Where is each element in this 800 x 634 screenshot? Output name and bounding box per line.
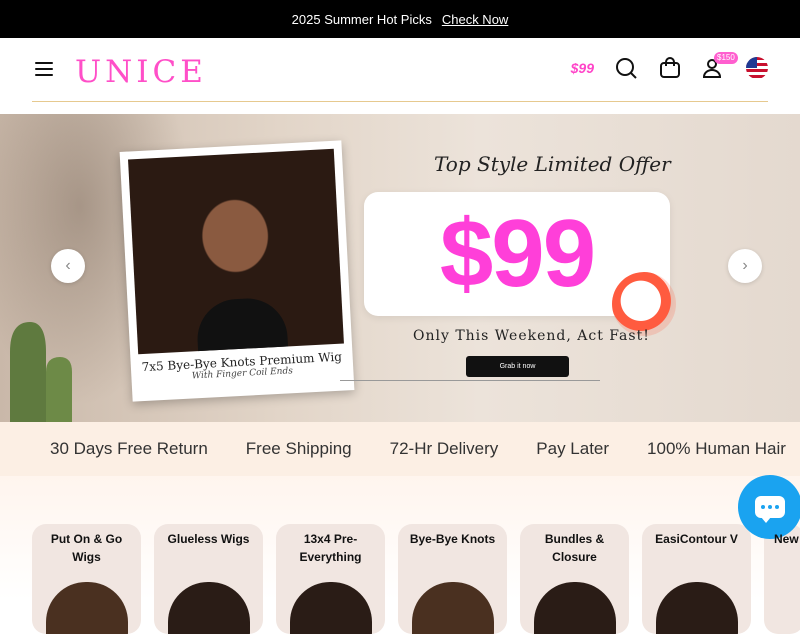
category-label: Glueless Wigs — [167, 532, 250, 546]
next-slide-button[interactable]: › — [728, 249, 762, 283]
category-card[interactable]: EasiContour V — [642, 524, 751, 634]
category-card[interactable]: New — [764, 524, 800, 634]
prev-slide-button[interactable]: ‹ — [51, 249, 85, 283]
category-list: Put On & Go Wigs Glueless Wigs 13x4 Pre-… — [32, 524, 800, 634]
chevron-right-icon: › — [742, 257, 748, 274]
divider — [340, 380, 600, 381]
deal-99-icon[interactable]: $99 — [571, 60, 594, 76]
category-label: 13x4 Pre-Everything — [299, 532, 362, 564]
category-image — [46, 582, 128, 634]
promo-text: 2025 Summer Hot Picks — [291, 11, 432, 27]
category-label: EasiContour V — [655, 532, 738, 546]
category-label: Bundles & Closure — [544, 532, 605, 564]
offer-title: Top Style Limited Offer — [434, 152, 671, 176]
category-label: Put On & Go Wigs — [50, 532, 123, 564]
product-polaroid: 7x5 Bye-Bye Knots Premium Wig With Finge… — [119, 140, 355, 402]
model-photo — [128, 148, 344, 355]
bag-icon[interactable] — [658, 56, 682, 80]
account-badge: $150 — [714, 52, 738, 64]
feature-item: 30 Days Free Return — [50, 439, 208, 458]
category-image — [412, 582, 494, 634]
grab-it-now-button[interactable]: Grab it now — [466, 356, 569, 377]
feature-item: 72-Hr Delivery — [389, 439, 499, 458]
category-image — [290, 582, 372, 634]
search-icon[interactable] — [614, 56, 638, 80]
announcement-bar: 2025 Summer Hot Picks Check Now — [0, 0, 800, 38]
chevron-left-icon: ‹ — [65, 257, 71, 274]
category-image — [656, 582, 738, 634]
category-card[interactable]: Glueless Wigs — [154, 524, 263, 634]
feature-strip: 30 Days Free Return Free Shipping 72-Hr … — [0, 422, 800, 476]
user-icon[interactable]: $150 — [702, 52, 738, 80]
category-card[interactable]: Bye-Bye Knots — [398, 524, 507, 634]
feature-item: 100% Human Hair — [647, 439, 786, 458]
category-card[interactable]: 13x4 Pre-Everything — [276, 524, 385, 634]
offer-tagline: Only This Weekend, Act Fast! — [413, 328, 650, 344]
chat-icon — [755, 496, 785, 523]
category-label: New — [774, 532, 799, 546]
menu-icon[interactable] — [35, 62, 53, 76]
category-card[interactable]: Bundles & Closure — [520, 524, 629, 634]
check-now-link[interactable]: Check Now — [442, 12, 508, 27]
category-image — [534, 582, 616, 634]
category-label: Bye-Bye Knots — [409, 532, 496, 546]
feature-item: Pay Later — [536, 439, 610, 458]
site-header: UNICE $99 $150 — [32, 38, 768, 102]
header-actions: $99 $150 — [571, 52, 768, 80]
feature-item: Free Shipping — [245, 439, 352, 458]
category-card[interactable]: Put On & Go Wigs — [32, 524, 141, 634]
logo[interactable]: UNICE — [75, 54, 207, 90]
category-image — [168, 582, 250, 634]
hero-banner[interactable]: 7x5 Bye-Bye Knots Premium Wig With Finge… — [0, 114, 800, 422]
alarm-clock-icon — [612, 272, 676, 336]
cactus-image — [10, 322, 72, 422]
us-flag-icon[interactable] — [746, 57, 768, 79]
price: $99 — [439, 200, 596, 307]
